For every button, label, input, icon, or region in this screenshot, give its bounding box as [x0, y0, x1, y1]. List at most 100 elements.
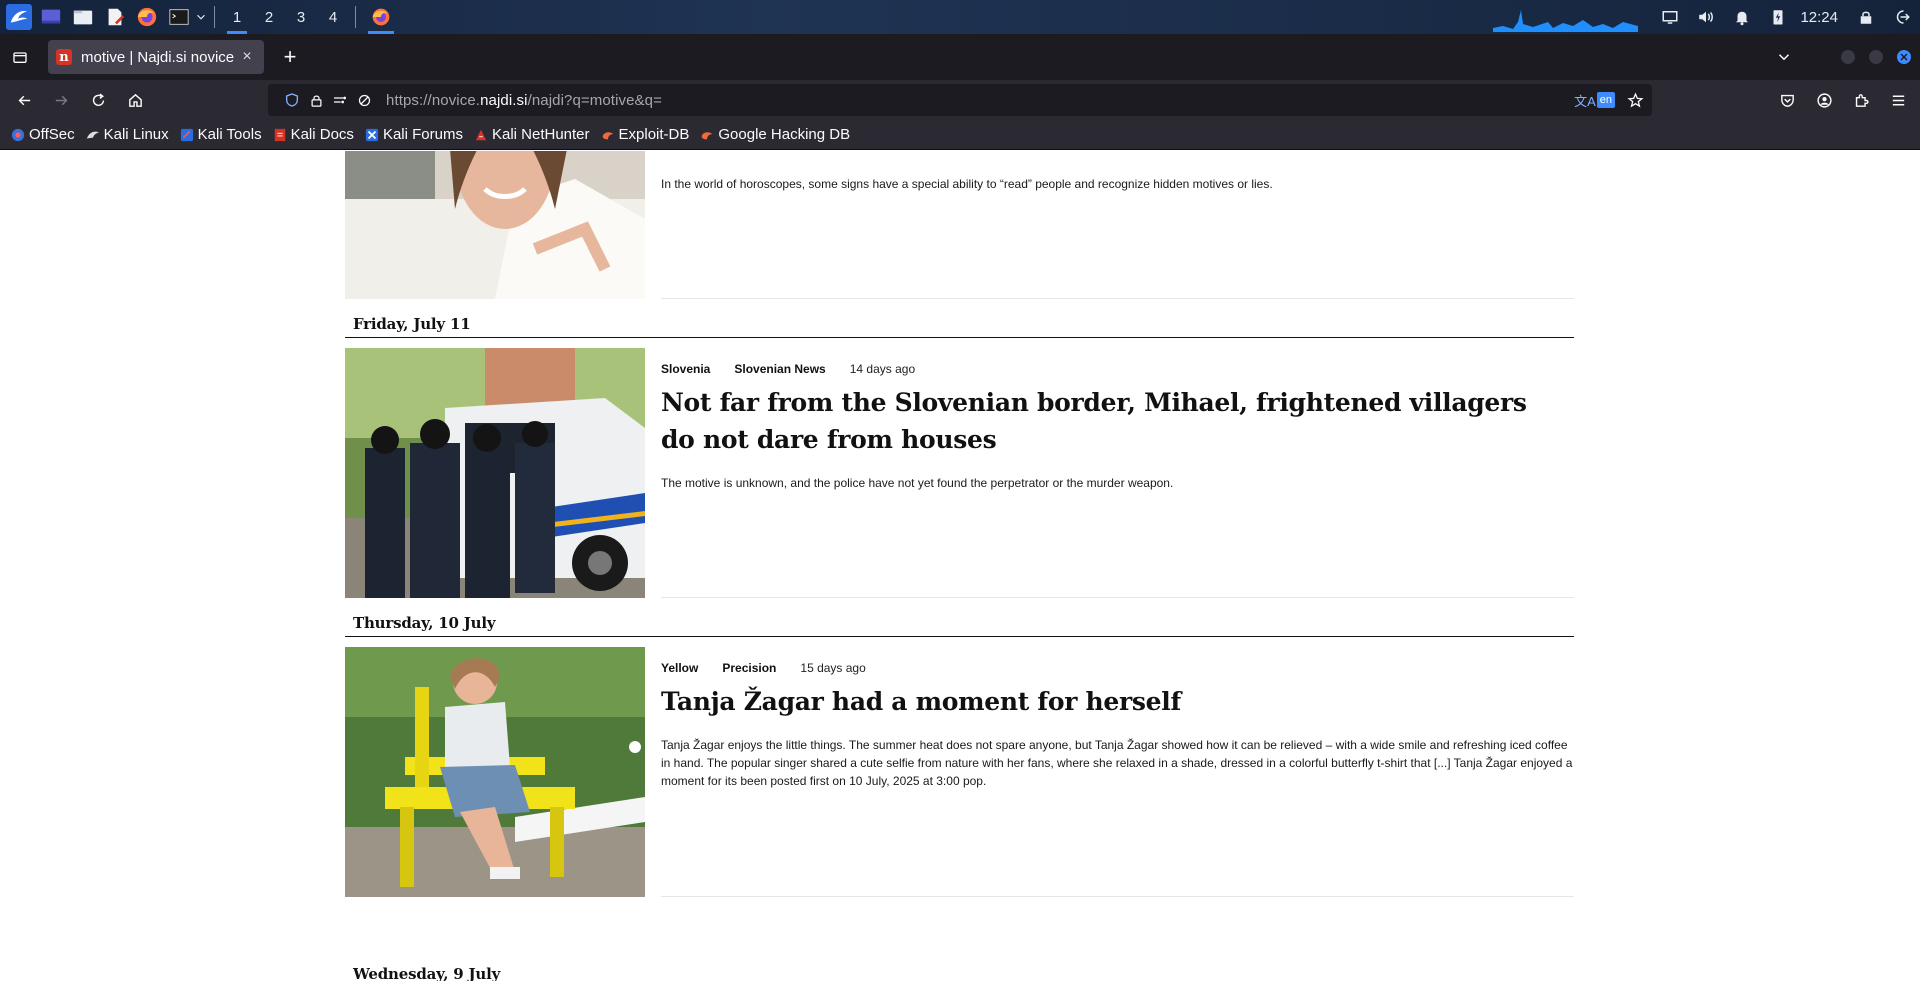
kali-forums-icon	[364, 127, 380, 143]
file-manager-icon[interactable]	[70, 4, 96, 30]
bookmark-kali-docs[interactable]: Kali Docs	[272, 126, 354, 143]
bookmark-kali-nethunter[interactable]: Kali NetHunter	[473, 126, 590, 143]
article-body: In the world of horoscopes, some signs h…	[661, 151, 1574, 299]
bookmark-label: Exploit-DB	[618, 126, 690, 143]
app-menu-button[interactable]	[1880, 84, 1916, 116]
article-card[interactable]: Yellow Precision 15 days ago Tanja Žagar…	[345, 647, 1574, 897]
text-editor-icon[interactable]	[102, 4, 128, 30]
bookmark-kali-forums[interactable]: Kali Forums	[364, 126, 463, 143]
list-all-tabs-button[interactable]	[1764, 48, 1804, 66]
autoplay-blocked-icon[interactable]	[352, 93, 376, 108]
bookmark-label: OffSec	[29, 126, 75, 143]
lock-icon[interactable]	[304, 93, 328, 108]
desktop-icon[interactable]	[38, 4, 64, 30]
article-excerpt: The motive is unknown, and the police ha…	[661, 476, 1174, 490]
article-headline-link[interactable]: Tanja Žagar had a moment for herself	[661, 683, 1561, 720]
article-body: Slovenia Slovenian News 14 days ago Not …	[661, 348, 1574, 598]
notification-bell-icon[interactable]	[1724, 0, 1760, 34]
bookmark-star-button[interactable]	[1627, 92, 1644, 109]
display-icon[interactable]	[1652, 0, 1688, 34]
terminal-icon[interactable]	[166, 4, 192, 30]
article-body: Yellow Precision 15 days ago Tanja Žagar…	[661, 647, 1574, 897]
arrow-left-icon	[18, 95, 30, 105]
workspace-3[interactable]: 3	[285, 0, 317, 34]
firefox-view-button[interactable]	[0, 34, 40, 80]
maximize-button[interactable]	[1869, 50, 1883, 64]
page-content: In the world of horoscopes, some signs h…	[0, 151, 1920, 981]
taskbar-separator	[214, 6, 215, 28]
firefox-view-icon	[13, 52, 27, 63]
najdi-favicon-icon: n	[56, 49, 72, 65]
article-headline-link[interactable]: Not far from the Slovenian border, Mihae…	[661, 384, 1561, 458]
article-category-link[interactable]: Slovenia	[661, 362, 710, 376]
logout-icon[interactable]	[1884, 0, 1920, 34]
volume-icon[interactable]	[1688, 0, 1724, 34]
date-header: Friday, July 11	[345, 308, 1574, 338]
navigation-toolbar: https://novice.najdi.si/najdi?q=motive&q…	[0, 80, 1920, 120]
url-path: /najdi?q=motive&q=	[527, 91, 662, 109]
arrow-right-icon	[55, 95, 67, 105]
article-card[interactable]: Slovenia Slovenian News 14 days ago Not …	[345, 348, 1574, 598]
bookmark-kali-tools[interactable]: Kali Tools	[179, 126, 262, 143]
os-taskbar: 1 2 3 4 12:24	[0, 0, 1920, 34]
account-icon	[1816, 92, 1832, 108]
taskbar-separator	[355, 6, 356, 28]
tab-najdi-novice[interactable]: n motive | Najdi.si novice ×	[48, 40, 264, 74]
translate-icon: 文A	[1574, 93, 1596, 109]
workspace-1[interactable]: 1	[221, 0, 253, 34]
exploit-db-icon	[600, 127, 616, 143]
url-text[interactable]: https://novice.najdi.si/najdi?q=motive&q…	[386, 92, 662, 109]
url-domain: najdi.si	[480, 91, 528, 109]
extensions-button[interactable]	[1843, 84, 1879, 116]
bookmarks-toolbar: OffSec Kali Linux Kali Tools Kali Docs K…	[0, 120, 1920, 150]
reload-button[interactable]	[80, 84, 116, 116]
workspace-4[interactable]: 4	[317, 0, 349, 34]
address-bar[interactable]: https://novice.najdi.si/najdi?q=motive&q…	[268, 84, 1652, 116]
lock-icon[interactable]	[1848, 0, 1884, 34]
bookmark-exploit-db[interactable]: Exploit-DB	[600, 126, 690, 143]
account-button[interactable]	[1806, 84, 1842, 116]
article-category-link[interactable]: Yellow	[661, 661, 698, 675]
article-subcategory-link[interactable]: Precision	[722, 661, 776, 675]
home-button[interactable]	[117, 84, 153, 116]
bookmark-google-hacking-db[interactable]: Google Hacking DB	[699, 126, 850, 143]
pocket-button[interactable]	[1769, 84, 1805, 116]
bookmark-offsec[interactable]: OffSec	[10, 126, 75, 143]
kali-menu-icon[interactable]	[6, 4, 32, 30]
translate-button[interactable]: 文A en	[1574, 91, 1615, 110]
browser-tab-strip: n motive | Najdi.si novice × + ✕	[0, 34, 1920, 80]
article-thumbnail[interactable]	[345, 348, 645, 598]
back-button[interactable]	[6, 84, 42, 116]
date-header: Thursday, 10 July	[345, 607, 1574, 637]
article-meta: Yellow Precision 15 days ago	[661, 661, 866, 675]
tab-close-icon[interactable]: ×	[238, 48, 256, 66]
firefox-launcher-icon[interactable]	[134, 4, 160, 30]
hamburger-menu-icon	[1892, 95, 1904, 105]
clock[interactable]: 12:24	[1800, 9, 1838, 26]
forward-button[interactable]	[43, 84, 79, 116]
minimize-button[interactable]	[1841, 50, 1855, 64]
battery-charging-icon[interactable]	[1760, 0, 1796, 34]
bookmark-label: Kali Forums	[382, 126, 463, 143]
chevron-down-icon[interactable]	[194, 4, 208, 30]
chevron-down-icon	[1778, 54, 1790, 61]
close-window-button[interactable]: ✕	[1897, 50, 1911, 64]
article-thumbnail[interactable]	[345, 647, 645, 897]
kali-nethunter-icon	[473, 127, 489, 143]
kali-dragon-icon	[85, 127, 101, 143]
article-card[interactable]: In the world of horoscopes, some signs h…	[345, 151, 1574, 299]
permissions-icon[interactable]	[328, 92, 352, 108]
article-time: 15 days ago	[800, 661, 866, 675]
workspace-2[interactable]: 2	[253, 0, 285, 34]
offsec-icon	[10, 127, 26, 143]
kali-docs-icon	[272, 127, 288, 143]
tab-title: motive | Najdi.si novice	[81, 48, 235, 66]
reload-icon	[92, 93, 104, 106]
new-tab-button[interactable]: +	[270, 40, 310, 74]
article-thumbnail[interactable]	[345, 151, 645, 299]
bookmark-kali-linux[interactable]: Kali Linux	[85, 126, 169, 143]
article-excerpt: Tanja Žagar enjoys the little things. Th…	[661, 738, 1573, 788]
tracking-protection-icon[interactable]	[280, 92, 304, 108]
article-subcategory-link[interactable]: Slovenian News	[734, 362, 825, 376]
firefox-window-button[interactable]	[362, 0, 400, 34]
